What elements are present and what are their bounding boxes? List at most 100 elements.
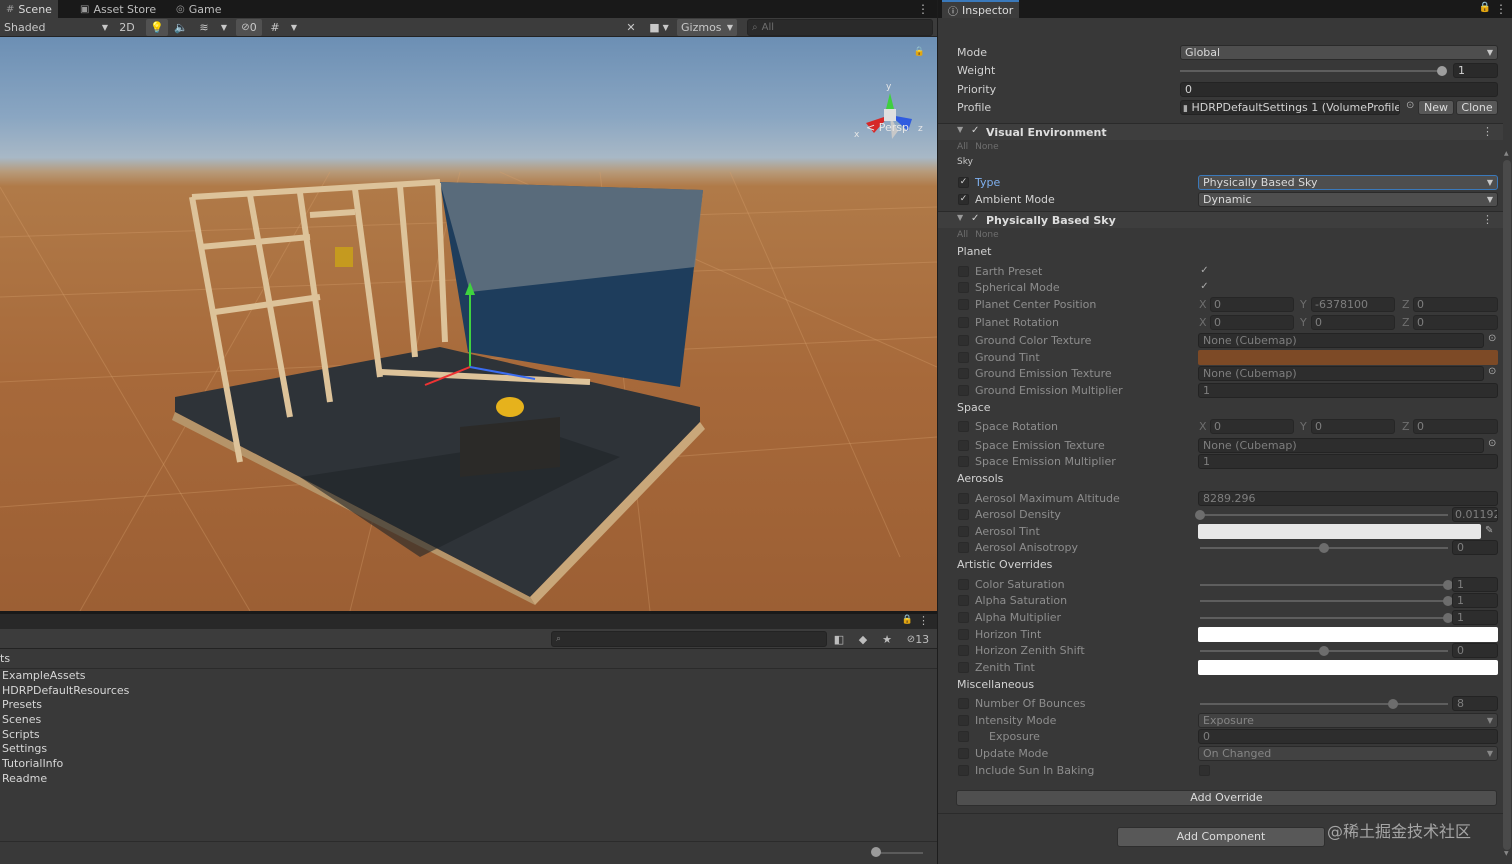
all-link[interactable]: All — [957, 230, 968, 240]
number-of-bounces-field[interactable]: 8 — [1452, 696, 1498, 711]
space-emission-multiplier-field[interactable]: 1 — [1198, 454, 1498, 469]
override-checkbox[interactable] — [958, 526, 969, 537]
override-checkbox[interactable] — [958, 731, 969, 742]
horizon-zenith-shift-slider-knob[interactable] — [1319, 646, 1329, 656]
visual-environment-header[interactable]: ▼ ✓ Visual Environment ⋮ — [938, 123, 1503, 140]
toggle-2d-button[interactable]: 2D — [116, 19, 138, 36]
favorites-button[interactable]: ★ — [878, 630, 896, 648]
override-checkbox[interactable] — [958, 317, 969, 328]
persp-label[interactable]: < Persp — [866, 121, 909, 134]
effects-dropdown[interactable]: ▼ — [216, 19, 232, 36]
mode-dropdown[interactable]: Global ▼ — [1180, 45, 1498, 60]
aerosol-density-slider-track[interactable] — [1200, 514, 1448, 516]
tab-game[interactable]: ◎ Game — [170, 0, 227, 18]
override-checkbox[interactable] — [958, 662, 969, 673]
intensity-mode-dropdown[interactable]: Exposure ▼ — [1198, 713, 1498, 728]
spherical-mode-checkbox[interactable]: ✓ — [1199, 282, 1210, 293]
ground-color-texture-field[interactable]: None (Cubemap) — [1198, 333, 1484, 348]
earth-preset-checkbox[interactable]: ✓ — [1199, 266, 1210, 277]
exposure-field[interactable]: 0 — [1198, 729, 1498, 744]
update-mode-dropdown[interactable]: On Changed ▼ — [1198, 746, 1498, 761]
color-saturation-field[interactable]: 1 — [1452, 577, 1498, 592]
lock-icon[interactable]: 🔒 — [1479, 2, 1491, 13]
override-checkbox[interactable] — [958, 456, 969, 467]
list-item[interactable]: ExampleAssets — [2, 669, 129, 684]
override-checkbox[interactable] — [958, 299, 969, 310]
weight-slider-track[interactable] — [1180, 70, 1442, 72]
grid-dropdown[interactable]: ▼ — [287, 19, 301, 36]
list-item[interactable]: HDRPDefaultResources — [2, 684, 129, 699]
inspector-kebab-icon[interactable]: ⋮ — [1495, 2, 1507, 16]
camera-dropdown[interactable]: ■ ▼ — [645, 19, 673, 36]
override-checkbox[interactable] — [958, 440, 969, 451]
object-picker-icon[interactable]: ⊙ — [1406, 100, 1414, 111]
eyedropper-icon[interactable]: ✎ — [1485, 525, 1493, 536]
list-item[interactable]: TutorialInfo — [2, 757, 129, 772]
add-component-button[interactable]: Add Component — [1117, 827, 1325, 847]
override-checkbox[interactable] — [958, 629, 969, 640]
override-checkbox[interactable] — [958, 493, 969, 504]
scene-visibility-toggle[interactable]: ⊘ 0 — [236, 19, 262, 36]
new-profile-button[interactable]: New — [1418, 100, 1454, 115]
gizmos-dropdown[interactable]: Gizmos ▼ — [677, 19, 737, 36]
lock-icon[interactable]: 🔒 — [902, 615, 913, 625]
space-rotation-x[interactable]: 0 — [1210, 419, 1294, 434]
horizon-zenith-shift-field[interactable]: 0 — [1452, 643, 1498, 658]
override-checkbox[interactable] — [958, 509, 969, 520]
number-of-bounces-slider-knob[interactable] — [1388, 699, 1399, 709]
list-item[interactable]: Scenes — [2, 713, 129, 728]
hidden-packages-toggle[interactable]: ⊘ 13 — [902, 630, 934, 648]
planet-rotation-y[interactable]: 0 — [1311, 315, 1395, 330]
assets-breadcrumb[interactable]: ts — [0, 651, 10, 667]
aerosol-max-altitude-field[interactable]: 8289.296 — [1198, 491, 1498, 506]
none-link[interactable]: None — [975, 142, 998, 152]
project-search-input[interactable]: ⌕ — [551, 631, 827, 647]
type-override-checkbox[interactable]: ✓ — [958, 177, 969, 188]
include-sun-checkbox[interactable] — [1199, 765, 1210, 776]
audio-toggle[interactable]: 🔈 — [171, 19, 191, 36]
aerosol-density-field[interactable]: 0.01192 — [1452, 507, 1498, 522]
aerosol-tint-swatch[interactable] — [1198, 524, 1481, 539]
scene-kebab-icon[interactable]: ⋮ — [917, 2, 929, 16]
override-checkbox[interactable] — [958, 385, 969, 396]
foldout-arrow-icon[interactable]: ▼ — [957, 213, 963, 222]
alpha-multiplier-field[interactable]: 1 — [1452, 610, 1498, 625]
list-item[interactable]: Presets — [2, 698, 129, 713]
override-checkbox[interactable] — [958, 335, 969, 346]
planet-center-x[interactable]: 0 — [1210, 297, 1294, 312]
alpha-saturation-field[interactable]: 1 — [1452, 593, 1498, 608]
override-checkbox[interactable] — [958, 352, 969, 363]
zenith-tint-swatch[interactable] — [1198, 660, 1498, 675]
tab-inspector[interactable]: ⓘ Inspector — [942, 0, 1020, 18]
aerosol-anisotropy-field[interactable]: 0 — [1452, 540, 1498, 555]
sky-type-dropdown[interactable]: Physically Based Sky ▼ — [1198, 175, 1498, 190]
override-checkbox[interactable]: ✓ — [971, 213, 979, 224]
weight-field[interactable]: 1 — [1453, 63, 1498, 78]
icon-size-slider-knob[interactable] — [871, 847, 881, 857]
scene-search-input[interactable]: ⌕ All — [747, 19, 933, 36]
override-checkbox[interactable] — [958, 579, 969, 590]
space-rotation-y[interactable]: 0 — [1311, 419, 1395, 434]
ground-emission-multiplier-field[interactable]: 1 — [1198, 383, 1498, 398]
section-kebab-icon[interactable]: ⋮ — [1482, 125, 1493, 138]
override-checkbox[interactable] — [958, 715, 969, 726]
list-item[interactable]: Scripts — [2, 728, 129, 743]
ground-tint-swatch[interactable] — [1198, 350, 1498, 365]
tools-button[interactable]: ✕ — [622, 19, 640, 36]
grid-toggle[interactable]: # — [266, 19, 284, 36]
override-checkbox[interactable] — [958, 765, 969, 776]
inspector-scrollbar[interactable] — [1503, 160, 1511, 850]
ambient-mode-dropdown[interactable]: Dynamic ▼ — [1198, 192, 1498, 207]
ambient-override-checkbox[interactable]: ✓ — [958, 194, 969, 205]
search-by-label-button[interactable]: ◆ — [854, 630, 872, 648]
foldout-arrow-icon[interactable]: ▼ — [957, 125, 963, 134]
scene-viewport[interactable]: y x z < Persp 🔒 — [0, 37, 937, 611]
priority-field[interactable]: 0 — [1180, 82, 1498, 97]
draw-mode-dropdown[interactable]: Shaded ▼ — [4, 19, 108, 36]
list-item[interactable]: Readme — [2, 772, 129, 787]
lock-icon[interactable]: 🔒 — [914, 47, 925, 57]
override-checkbox[interactable]: ✓ — [971, 125, 979, 136]
object-picker-icon[interactable]: ⊙ — [1488, 366, 1496, 377]
override-checkbox[interactable] — [958, 748, 969, 759]
override-checkbox[interactable] — [958, 542, 969, 553]
